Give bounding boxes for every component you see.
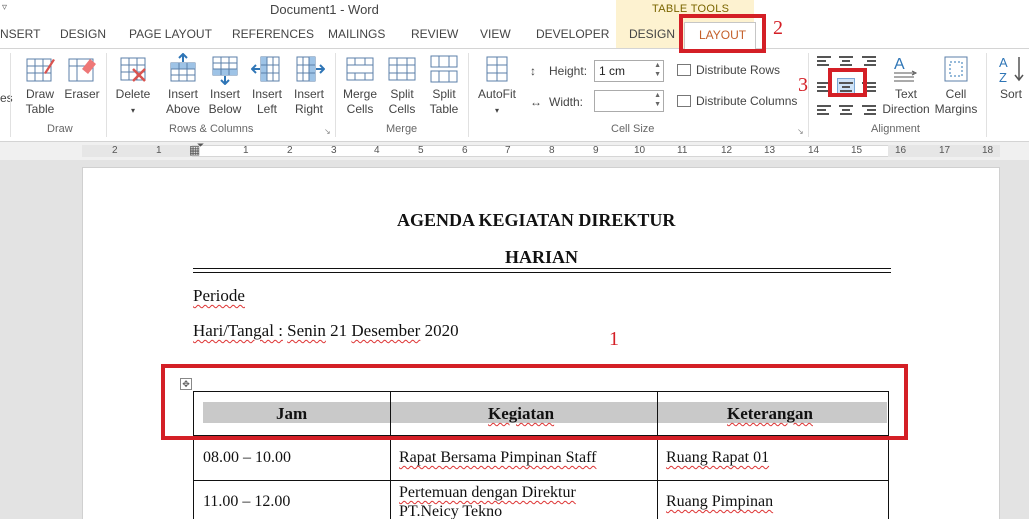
rows-columns-launcher-icon[interactable]: ↘	[324, 127, 331, 136]
distribute-rows-icon	[677, 64, 691, 76]
annotation-box-layout-tab	[679, 14, 766, 53]
split-table-button[interactable]: Split Table	[424, 53, 464, 117]
annotation-number-2: 2	[773, 17, 783, 39]
insert-left-button[interactable]: Insert Left	[247, 53, 287, 117]
text-direction-icon: A	[894, 56, 918, 82]
cell-kegiatan-1: Rapat Bersama Pimpinan Staff	[399, 449, 597, 466]
align-bottom-right-icon[interactable]	[860, 101, 876, 115]
eraser-icon	[68, 58, 96, 82]
distribute-columns-icon	[677, 95, 691, 107]
tab-design[interactable]: DESIGN	[60, 27, 106, 41]
insert-below-icon	[212, 56, 238, 85]
eraser-button[interactable]: Eraser	[62, 53, 102, 102]
cell-jam-2: 11.00 – 12.00	[203, 493, 291, 510]
cell-jam-1: 08.00 – 10.00	[203, 449, 291, 466]
periode-text: Periode	[193, 286, 245, 305]
insert-right-button[interactable]: Insert Right	[289, 53, 329, 117]
autofit-icon	[486, 56, 508, 82]
height-icon: ↕	[530, 64, 536, 78]
annotation-number-3: 3	[798, 74, 808, 96]
annotation-box-table-header	[161, 364, 908, 440]
align-bottom-center-icon[interactable]	[838, 101, 854, 115]
width-up-icon[interactable]: ▲	[654, 92, 661, 99]
merge-cells-button[interactable]: Merge Cells	[340, 53, 380, 117]
delete-button[interactable]: Delete ▾	[113, 53, 153, 118]
tab-insert[interactable]: NSERT	[0, 27, 40, 41]
tab-mailings[interactable]: MAILINGS	[328, 27, 385, 41]
doc-heading: AGENDA KEGIATAN DIREKTUR	[397, 210, 676, 230]
quick-access-menu-icon[interactable]: ▿	[2, 2, 7, 13]
cell-margins-button[interactable]: Cell Margins	[932, 53, 980, 117]
split-table-icon	[430, 55, 458, 83]
indent-marker-icon[interactable]: ⏷	[197, 140, 204, 151]
distribute-rows-button[interactable]: Distribute Rows	[677, 63, 780, 77]
group-label-merge: Merge	[386, 123, 418, 135]
ribbon: es Draw Table Eraser Draw Delete ▾ Insert A…	[0, 48, 1029, 142]
date-line: Hari/Tangal : Senin 21 Desember 2020	[193, 321, 459, 340]
align-top-center-icon[interactable]	[838, 55, 854, 69]
insert-right-icon	[296, 56, 325, 82]
align-top-right-icon[interactable]	[860, 55, 876, 69]
merge-cells-icon	[346, 57, 374, 81]
word-window: ▿ Document1 - Word TABLE TOOLS NSERT DES…	[0, 0, 1029, 519]
group-label-alignment: Alignment	[871, 123, 920, 135]
draw-table-icon	[26, 58, 55, 82]
draw-table-button[interactable]: Draw Table	[20, 53, 60, 117]
title-bar: ▿ Document1 - Word	[0, 0, 1029, 20]
align-bottom-left-icon[interactable]	[817, 101, 833, 115]
tab-view[interactable]: VIEW	[480, 27, 511, 41]
delete-table-icon	[120, 57, 146, 82]
horizontal-ruler[interactable]: 2 1 1 2 3 4 5 6 7 8 9 10 11 12 13 14 15 …	[0, 140, 1029, 160]
group-label-cell-size: Cell Size	[611, 123, 655, 135]
height-label: Height:	[549, 64, 588, 78]
split-cells-icon	[388, 57, 416, 81]
distribute-columns-button[interactable]: Distribute Columns	[677, 94, 797, 108]
cell-kegiatan-2-line1: Pertemuan dengan Direktur	[399, 484, 576, 501]
insert-above-icon	[170, 53, 196, 82]
height-up-icon[interactable]: ▲	[654, 62, 661, 69]
cell-kegiatan-2-line2: PT.Neicy Tekno	[399, 503, 503, 519]
window-title: Document1 - Word	[270, 2, 379, 17]
sort-icon: AZ	[999, 55, 1024, 85]
split-cells-button[interactable]: Split Cells	[382, 53, 422, 117]
height-down-icon[interactable]: ▼	[654, 71, 661, 78]
group-label-draw: Draw	[47, 123, 73, 135]
svg-text:A: A	[999, 55, 1008, 70]
insert-below-button[interactable]: Insert Below	[205, 53, 245, 117]
cell-keterangan-1: Ruang Rapat 01	[666, 449, 770, 466]
insert-above-button[interactable]: Insert Above	[163, 53, 203, 117]
height-stepper[interactable]: 1 cm ▲ ▼	[594, 60, 664, 82]
width-down-icon[interactable]: ▼	[654, 101, 661, 108]
group-label-rows-columns: Rows & Columns	[169, 123, 254, 135]
annotation-number-1: 1	[609, 328, 619, 350]
tab-review[interactable]: REVIEW	[411, 27, 458, 41]
cell-size-launcher-icon[interactable]: ↘	[797, 127, 804, 136]
tab-table-design[interactable]: DESIGN	[629, 27, 675, 41]
annotation-box-align-center	[828, 68, 867, 97]
tab-developer[interactable]: DEVELOPER	[536, 27, 609, 41]
insert-left-icon	[251, 56, 280, 82]
doc-subheading: HARIAN	[505, 247, 579, 267]
cell-keterangan-2: Ruang Pimpinan	[666, 493, 774, 510]
svg-text:A: A	[894, 56, 905, 73]
width-label: Width:	[549, 95, 584, 109]
svg-text:Z: Z	[999, 70, 1007, 85]
width-stepper[interactable]: ▲ ▼	[594, 90, 664, 112]
sort-button[interactable]: AZ Sort	[993, 53, 1029, 102]
ribbon-tabs: NSERT DESIGN PAGE LAYOUT REFERENCES MAIL…	[0, 20, 1029, 48]
width-icon: ↔	[530, 95, 542, 109]
text-direction-button[interactable]: A Text Direction	[882, 53, 930, 117]
autofit-button[interactable]: AutoFit ▾	[475, 53, 519, 118]
align-top-left-icon[interactable]	[817, 55, 833, 69]
tab-references[interactable]: REFERENCES	[232, 27, 314, 41]
cell-margins-icon	[944, 56, 968, 82]
tab-page-layout[interactable]: PAGE LAYOUT	[129, 27, 212, 41]
